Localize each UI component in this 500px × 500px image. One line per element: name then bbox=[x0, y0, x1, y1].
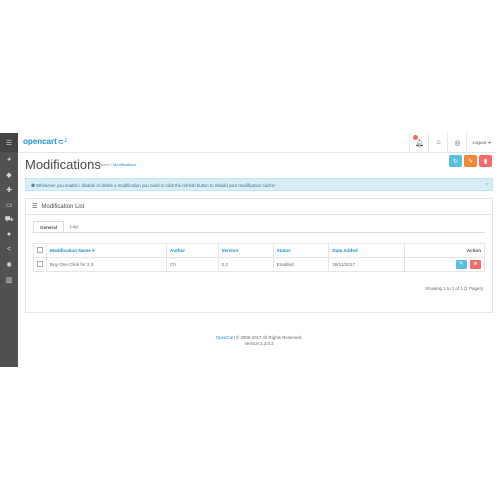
cell-status: Enabled bbox=[272, 257, 330, 272]
link-icon: ✎ bbox=[459, 261, 464, 267]
help-button[interactable]: ◎ bbox=[447, 133, 466, 152]
breadcrumb-separator: / bbox=[110, 162, 112, 167]
times-circle-icon: ⊗ bbox=[473, 261, 478, 267]
list-icon: ☰ bbox=[32, 204, 38, 210]
sidebar-item-extensions[interactable]: ✚ bbox=[0, 182, 18, 197]
row-edit-button[interactable]: ✎ bbox=[455, 260, 467, 269]
panel-title: Modification List bbox=[41, 203, 85, 210]
sidebar-item-dashboard[interactable]: ◕ bbox=[0, 152, 18, 167]
sidebar-item-system[interactable]: ✺ bbox=[0, 257, 18, 272]
delete-button[interactable]: ▮ bbox=[479, 155, 492, 167]
table-row: Buy One Click for 2.3 Ch 2.2 Enabled 29/… bbox=[33, 257, 486, 272]
logo-text: opencart bbox=[23, 137, 57, 146]
hamburger-icon: ☰ bbox=[5, 139, 13, 147]
top-header: opencart⊂┘ 🔔︎ ⌂ ◎ Logout ➜ bbox=[18, 133, 496, 153]
cell-name: Buy One Click for 2.3 bbox=[45, 257, 168, 272]
footer-version: Version 2.3.0.2 bbox=[244, 341, 274, 346]
info-circle-icon: ❶ bbox=[31, 183, 35, 188]
col-status[interactable]: Status bbox=[272, 243, 330, 258]
menu-toggle-button[interactable]: ☰ bbox=[0, 133, 18, 152]
logout-label: Logout bbox=[472, 140, 487, 145]
col-date-added[interactable]: Date Added bbox=[328, 243, 405, 258]
cell-actions: ✎ ⊗ bbox=[403, 257, 486, 272]
sidebar-item-marketing[interactable]: < bbox=[0, 242, 18, 257]
clear-button[interactable]: ✎ bbox=[464, 155, 477, 167]
toolbar: ↻ ✎ ▮ bbox=[449, 155, 492, 167]
tab-log[interactable]: Log bbox=[64, 221, 84, 232]
sidebar-item-design[interactable]: ▭ bbox=[0, 197, 18, 212]
row-disable-button[interactable]: ⊗ bbox=[470, 260, 481, 269]
admin-window: ☰ ◕ ◆ ✚ ▭ ⛟ ● < ✺ ▥ opencart⊂┘ 🔔︎ ⌂ ◎ Lo… bbox=[0, 133, 500, 367]
sidebar-item-sales[interactable]: ⛟ bbox=[0, 212, 18, 227]
user-icon: ● bbox=[6, 231, 12, 238]
chart-icon: ▥ bbox=[5, 276, 13, 284]
tags-icon: ◆ bbox=[6, 171, 12, 179]
col-version[interactable]: Version bbox=[217, 243, 274, 258]
row-checkbox[interactable] bbox=[37, 261, 43, 267]
modification-list-panel: ☰ Modification List General Log Modifica… bbox=[25, 198, 493, 313]
breadcrumb-home[interactable]: Home bbox=[99, 162, 110, 167]
select-all-checkbox[interactable] bbox=[37, 247, 43, 253]
cell-version: 2.2 bbox=[217, 257, 274, 272]
alert-text: Whenever you enable / disable or delete … bbox=[36, 183, 276, 188]
logout-link[interactable]: Logout ➜ bbox=[466, 133, 496, 152]
sign-out-icon: ➜ bbox=[487, 139, 491, 145]
tab-divider bbox=[33, 232, 485, 233]
sidebar-item-reports[interactable]: ▥ bbox=[0, 272, 18, 287]
col-action: Action bbox=[403, 243, 486, 258]
opencart-logo[interactable]: opencart⊂┘ bbox=[23, 137, 69, 146]
notifications-button[interactable]: 🔔︎ bbox=[409, 133, 428, 152]
sidebar-item-customers[interactable]: ● bbox=[0, 227, 18, 242]
table-header-row: Modification Name ▾ Author Version Statu… bbox=[33, 243, 486, 258]
refresh-icon: ↻ bbox=[452, 158, 459, 165]
sidebar: ☰ ◕ ◆ ✚ ▭ ⛟ ● < ✺ ▥ bbox=[0, 133, 18, 367]
home-icon: ⌂ bbox=[436, 139, 441, 146]
select-all-cell bbox=[33, 243, 47, 258]
breadcrumb-current[interactable]: Modifications bbox=[113, 162, 136, 167]
col-author[interactable]: Author bbox=[166, 243, 219, 258]
cell-date: 29/11/2017 bbox=[328, 257, 405, 272]
desktop-icon: ▭ bbox=[5, 201, 13, 209]
cog-icon: ✺ bbox=[6, 261, 12, 269]
lifebuoy-icon: ◎ bbox=[454, 139, 461, 147]
share-icon: < bbox=[6, 246, 12, 253]
dashboard-icon: ◕ bbox=[6, 156, 12, 163]
panel-heading: ☰ Modification List bbox=[26, 199, 492, 215]
breadcrumb: Home / Modifications bbox=[99, 162, 136, 167]
home-button[interactable]: ⌂ bbox=[428, 133, 447, 152]
alert-close-button[interactable]: × bbox=[485, 179, 488, 192]
puzzle-icon: ✚ bbox=[6, 186, 12, 194]
modifications-table: Modification Name ▾ Author Version Statu… bbox=[33, 243, 486, 272]
footer: OpenCart © 2009-2017 All Rights Reserved… bbox=[18, 335, 500, 347]
refresh-button[interactable]: ↻ bbox=[449, 155, 462, 167]
row-select-cell bbox=[33, 257, 47, 272]
cart-icon: ⛟ bbox=[4, 216, 14, 223]
footer-opencart-link[interactable]: OpenCart bbox=[216, 335, 235, 340]
info-alert: ❶ Whenever you enable / disable or delet… bbox=[25, 178, 493, 191]
cell-author: Ch bbox=[166, 257, 219, 272]
sidebar-item-catalog[interactable]: ◆ bbox=[0, 167, 18, 182]
pagination-text: Showing 1 to 1 of 1 (1 Pages) bbox=[425, 286, 483, 291]
footer-copyright: © 2009-2017 All Rights Reserved. bbox=[236, 335, 303, 340]
trash-icon: ▮ bbox=[483, 158, 488, 165]
main-content: Modifications Home / Modifications ↻ ✎ ▮… bbox=[18, 153, 500, 367]
col-modification-name[interactable]: Modification Name ▾ bbox=[45, 243, 168, 258]
eraser-icon: ✎ bbox=[467, 158, 474, 165]
cart-logo-icon: ⊂┘ bbox=[57, 139, 69, 146]
page-title: Modifications bbox=[25, 157, 101, 172]
